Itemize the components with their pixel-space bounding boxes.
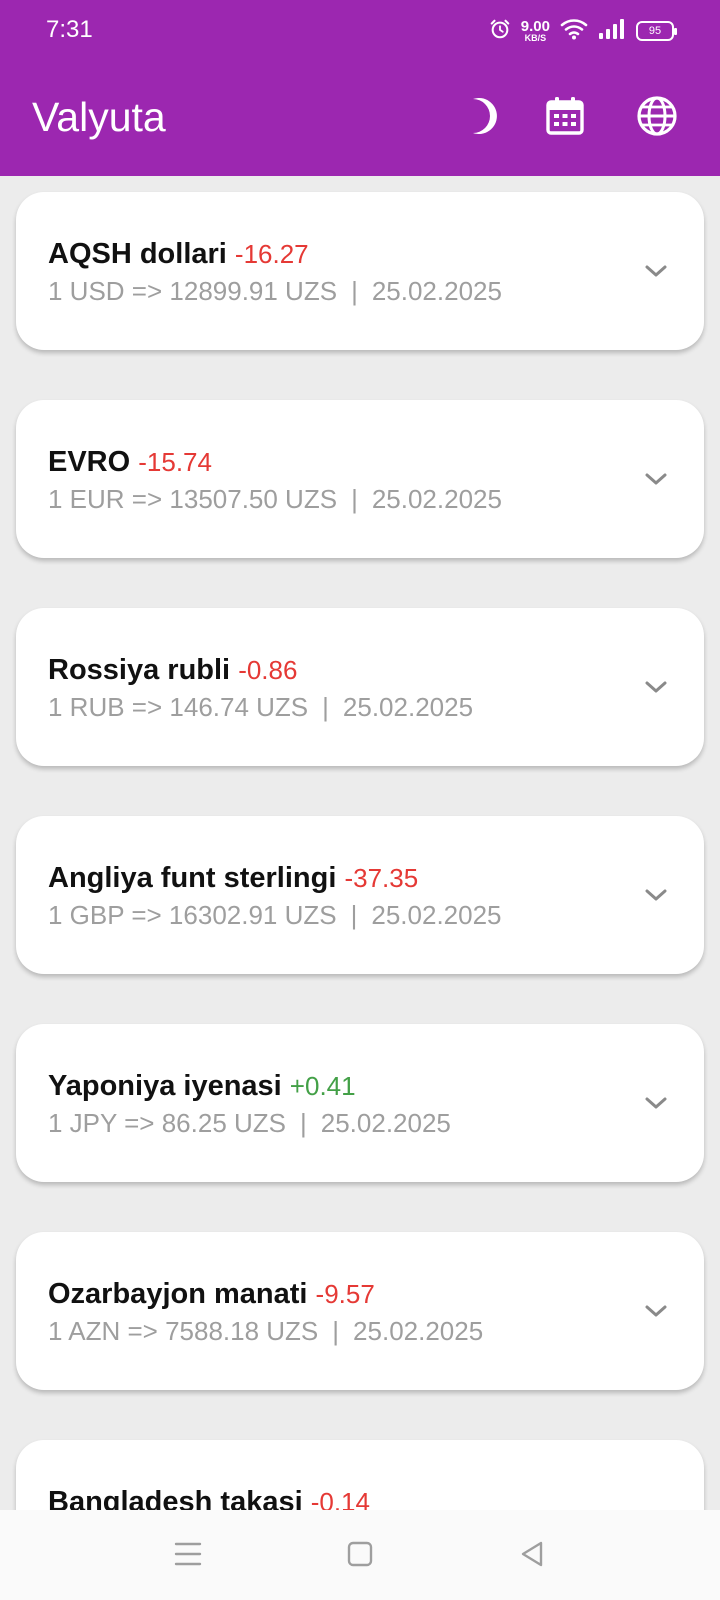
app-bar: Valyuta: [0, 62, 720, 176]
separator: |: [300, 1108, 307, 1138]
currency-card[interactable]: Yaponiya iyenasi +0.41 1 JPY => 86.25 UZ…: [16, 1024, 704, 1182]
currency-rate: 1 AZN => 7588.18 UZS: [48, 1316, 319, 1346]
currency-rate-line: 1 GBP => 16302.91 UZS | 25.02.2025: [48, 900, 502, 931]
chevron-down-icon[interactable]: [642, 257, 670, 285]
currency-rate: 1 RUB => 146.74 UZS: [48, 692, 309, 722]
net-speed-value: 9.00: [520, 18, 550, 35]
currency-date: 25.02.2025: [371, 900, 502, 930]
card-title-line: AQSH dollari -16.27: [48, 238, 309, 271]
currency-list[interactable]: AQSH dollari -16.27 1 USD => 12899.91 UZ…: [0, 176, 720, 1510]
currency-change: -37.35: [344, 863, 419, 893]
chevron-down-icon[interactable]: [642, 1297, 670, 1325]
net-speed-unit: KB/S: [524, 33, 547, 43]
currency-rate: 1 USD => 12899.91 UZS: [48, 276, 338, 306]
moon-icon: [459, 96, 499, 141]
separator: |: [322, 692, 329, 722]
currency-card[interactable]: Bangladesh takasi -0.14: [16, 1440, 704, 1510]
currency-date: 25.02.2025: [371, 484, 502, 514]
card-title-line: Bangladesh takasi -0.14: [48, 1486, 370, 1510]
currency-rate: 1 JPY => 86.25 UZS: [48, 1108, 286, 1138]
chevron-down-icon[interactable]: [642, 1089, 670, 1117]
status-icons: 9.00 KB/S 95: [489, 16, 677, 46]
card-title-line: Yaponiya iyenasi +0.41: [48, 1070, 356, 1103]
currency-rate: 1 EUR => 13507.50 UZS: [48, 484, 338, 514]
separator: |: [350, 900, 358, 930]
currency-rate-line: 1 RUB => 146.74 UZS | 25.02.2025: [48, 692, 473, 723]
currency-rate-line: 1 USD => 12899.91 UZS | 25.02.2025: [48, 276, 502, 307]
separator: |: [351, 484, 358, 514]
battery-icon: 95: [636, 21, 677, 41]
currency-rate: 1 GBP => 16302.91 UZS: [48, 900, 337, 930]
card-title-line: EVRO -15.74: [48, 446, 212, 479]
currency-rate-line: 1 EUR => 13507.50 UZS | 25.02.2025: [48, 484, 502, 515]
status-time: 7:31: [46, 16, 93, 43]
calendar-icon: [545, 96, 585, 141]
currency-date: 25.02.2025: [371, 276, 502, 306]
system-nav-bar: [0, 1510, 720, 1600]
currency-name: Ozarbayjon manati: [48, 1278, 308, 1310]
currency-change: -0.14: [310, 1487, 370, 1510]
currency-change: -16.27: [234, 239, 309, 269]
signal-icon: [598, 18, 626, 45]
chevron-down-icon[interactable]: [642, 881, 670, 909]
currency-rate-line: 1 JPY => 86.25 UZS | 25.02.2025: [48, 1108, 451, 1139]
menu-icon: [174, 1542, 202, 1566]
battery-level: 95: [648, 25, 662, 37]
currency-card[interactable]: Ozarbayjon manati -9.57 1 AZN => 7588.18…: [16, 1232, 704, 1390]
currency-change: -15.74: [138, 447, 212, 477]
home-button[interactable]: [340, 1534, 380, 1574]
chevron-down-icon[interactable]: [642, 465, 670, 493]
home-square-icon: [347, 1541, 373, 1567]
currency-name: Bangladesh takasi: [48, 1486, 303, 1510]
app-title: Valyuta: [32, 94, 166, 140]
wifi-icon: [560, 18, 588, 45]
separator: |: [351, 276, 358, 306]
currency-change: -0.86: [238, 655, 298, 685]
currency-name: Yaponiya iyenasi: [48, 1070, 282, 1102]
card-title-line: Rossiya rubli -0.86: [48, 654, 297, 687]
currency-card[interactable]: AQSH dollari -16.27 1 USD => 12899.91 UZ…: [16, 192, 704, 350]
chevron-down-icon[interactable]: [642, 673, 670, 701]
currency-change: -9.57: [315, 1279, 375, 1309]
language-button[interactable]: [630, 91, 684, 145]
currency-name: AQSH dollari: [48, 238, 227, 270]
back-button[interactable]: [512, 1534, 552, 1574]
alarm-icon: [489, 18, 511, 45]
calendar-button[interactable]: [538, 91, 592, 145]
status-bar: 7:31 9.00 KB/S 95: [0, 0, 720, 62]
globe-icon: [636, 95, 678, 142]
currency-date: 25.02.2025: [342, 692, 474, 722]
net-speed: 9.00 KB/S: [521, 19, 550, 43]
card-title-line: Ozarbayjon manati -9.57: [48, 1278, 375, 1311]
currency-card[interactable]: Angliya funt sterlingi -37.35 1 GBP => 1…: [16, 816, 704, 974]
currency-name: Rossiya rubli: [48, 654, 231, 686]
currency-card[interactable]: Rossiya rubli -0.86 1 RUB => 146.74 UZS |…: [16, 608, 704, 766]
currency-date: 25.02.2025: [353, 1316, 484, 1346]
menu-button[interactable]: [168, 1534, 208, 1574]
theme-toggle-button[interactable]: [452, 91, 506, 145]
currency-rate-line: 1 AZN => 7588.18 UZS | 25.02.2025: [48, 1316, 483, 1347]
back-triangle-icon: [521, 1541, 543, 1567]
currency-name: Angliya funt sterlingi: [48, 862, 337, 894]
currency-name: EVRO: [48, 446, 131, 478]
card-title-line: Angliya funt sterlingi -37.35: [48, 862, 418, 895]
separator: |: [332, 1316, 340, 1346]
currency-date: 25.02.2025: [320, 1108, 451, 1138]
currency-card[interactable]: EVRO -15.74 1 EUR => 13507.50 UZS | 25.02.…: [16, 400, 704, 558]
currency-change: +0.41: [289, 1071, 356, 1101]
